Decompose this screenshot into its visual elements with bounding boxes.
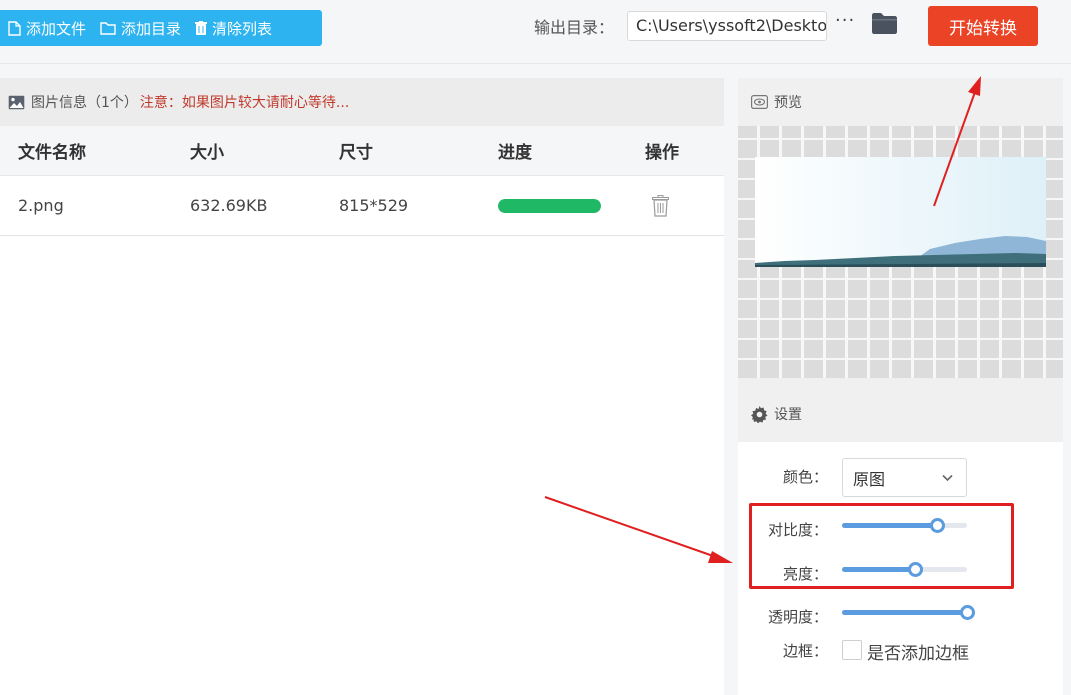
settings-title: 设置 — [774, 407, 802, 423]
cell-progress — [498, 176, 601, 235]
opacity-label: 透明度： — [767, 608, 828, 626]
brightness-fill — [842, 567, 915, 572]
folder-icon — [872, 13, 897, 34]
add-directory-label: 添加目录 — [121, 19, 182, 38]
header-file-name: 文件名称 — [18, 143, 86, 163]
opacity-slider[interactable] — [842, 603, 975, 623]
header-actions: 操作 — [645, 143, 679, 163]
settings-form: 颜色： 原图 对比度： 亮度： 透明度： 边框： 是否添加边框 — [738, 442, 1063, 695]
contrast-fill — [842, 523, 937, 528]
image-info-note: 注意：如果图片较大请耐心等待... — [139, 95, 350, 111]
contrast-thumb[interactable] — [930, 518, 945, 533]
contrast-label: 对比度： — [767, 521, 828, 539]
preview-title: 预览 — [774, 95, 802, 111]
header-progress: 进度 — [498, 143, 532, 163]
output-dir-field[interactable]: C:\Users\yssoft2\Deskto — [627, 11, 827, 41]
app-window: 添加文件 添加目录 清除列表 输出目录： C:\Users\yssoft2\De… — [0, 0, 1071, 695]
settings-header: 设置 — [738, 390, 1063, 438]
file-list-panel: 图片信息（1个） 注意：如果图片较大请耐心等待... 文件名称 大小 尺寸 进度… — [0, 78, 724, 695]
progress-fill — [498, 198, 601, 213]
image-info-bar: 图片信息（1个） 注意：如果图片较大请耐心等待... — [0, 78, 724, 126]
clear-list-button[interactable]: 清除列表 — [187, 10, 278, 46]
preview-canvas — [738, 126, 1063, 378]
border-checkbox-label: 是否添加边框 — [867, 644, 969, 664]
border-checkbox[interactable] — [842, 640, 862, 660]
header-dimensions: 尺寸 — [339, 143, 373, 163]
cell-dimensions: 815*529 — [339, 196, 409, 215]
top-toolbar: 添加文件 添加目录 清除列表 输出目录： C:\Users\yssoft2\De… — [0, 0, 1071, 64]
image-info-title: 图片信息（1个） — [31, 95, 138, 111]
folder-outline-icon — [100, 22, 116, 35]
gear-icon — [751, 405, 768, 423]
cell-actions — [645, 176, 669, 235]
table-header: 文件名称 大小 尺寸 进度 操作 — [0, 126, 724, 176]
brightness-slider[interactable] — [842, 560, 967, 580]
preview-image — [755, 157, 1046, 267]
chevron-down-icon — [942, 474, 953, 482]
opacity-fill — [842, 610, 967, 615]
eye-icon — [751, 95, 768, 109]
add-file-label: 添加文件 — [26, 19, 87, 38]
file-toolbar: 添加文件 添加目录 清除列表 — [0, 10, 322, 46]
clear-list-label: 清除列表 — [212, 19, 273, 38]
start-convert-button[interactable]: 开始转换 — [928, 6, 1038, 46]
color-select-value: 原图 — [853, 469, 886, 489]
header-size: 大小 — [190, 143, 224, 163]
preview-header: 预览 — [738, 78, 1063, 126]
add-file-button[interactable]: 添加文件 — [0, 10, 92, 46]
delete-icon[interactable] — [652, 194, 669, 217]
landscape-thumbnail — [755, 157, 1046, 267]
trash-icon — [195, 20, 208, 35]
table-row[interactable]: 2.png 632.69KB 815*529 — [0, 176, 724, 236]
add-directory-button[interactable]: 添加目录 — [92, 10, 187, 46]
brightness-label: 亮度： — [782, 565, 828, 583]
cell-file-name: 2.png — [18, 196, 64, 215]
progress-bar — [498, 198, 601, 213]
more-button[interactable]: ··· — [835, 10, 855, 31]
image-icon — [8, 95, 25, 109]
file-icon — [8, 20, 21, 36]
brightness-thumb[interactable] — [907, 562, 923, 577]
open-folder-button[interactable] — [872, 13, 897, 38]
contrast-slider[interactable] — [842, 516, 967, 536]
color-select[interactable]: 原图 — [842, 458, 967, 497]
output-dir-label: 输出目录： — [534, 18, 615, 37]
cell-size: 632.69KB — [190, 196, 268, 215]
color-label: 颜色： — [782, 468, 828, 486]
opacity-thumb[interactable] — [960, 605, 975, 620]
side-panel: 预览 设置 颜色： 原图 对比度： 亮度： 透明度： 边框： 是否添加边框 — [738, 78, 1063, 695]
border-label: 边框： — [782, 642, 828, 660]
